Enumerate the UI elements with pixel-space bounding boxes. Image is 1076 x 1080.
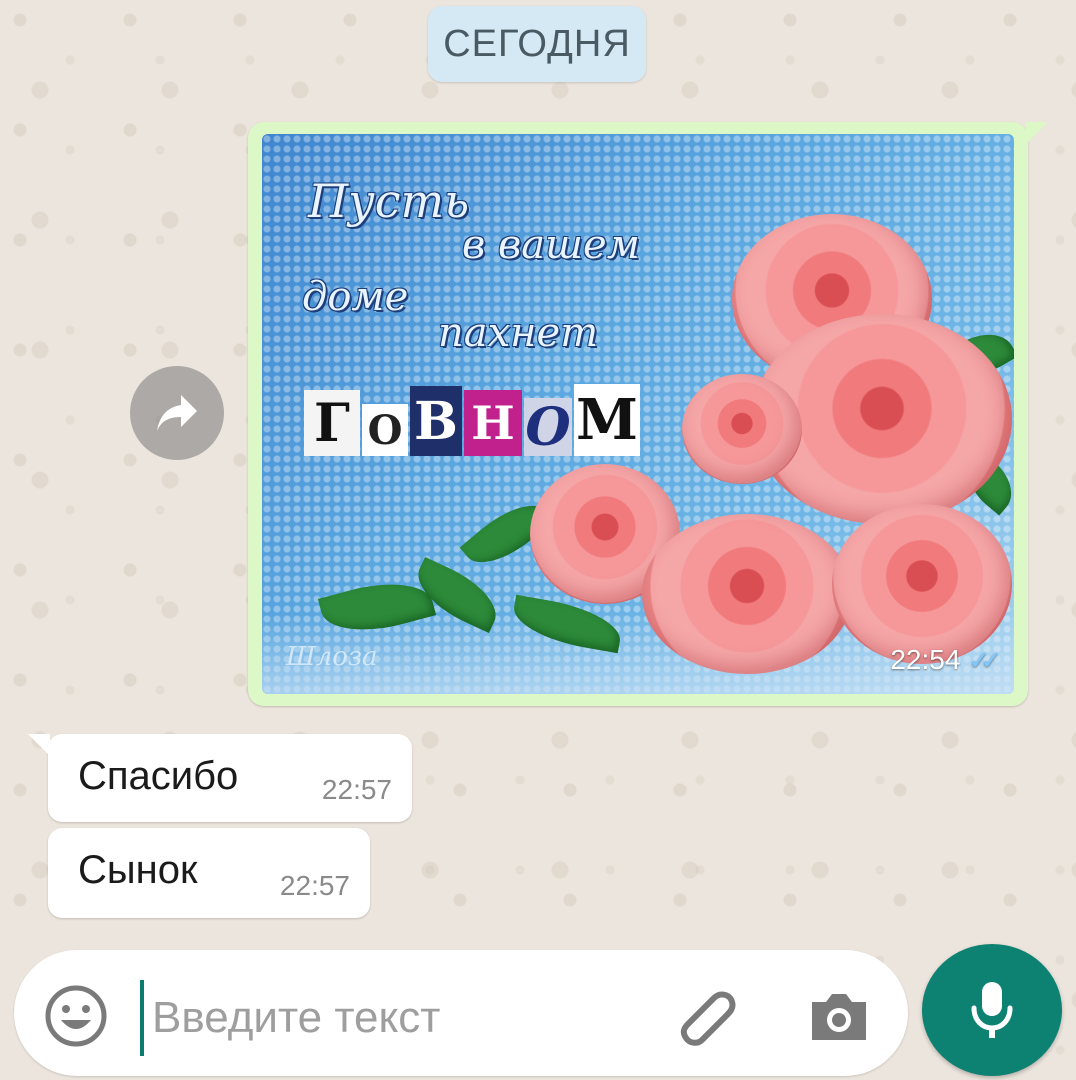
- card-caption-line: пахнет: [438, 310, 599, 356]
- rose: [642, 514, 852, 674]
- message-text: Спасибо: [78, 754, 239, 798]
- image-watermark: Шлоза: [286, 642, 378, 672]
- incoming-message[interactable]: Сынок 22:57: [48, 828, 370, 918]
- microphone-button[interactable]: [922, 944, 1062, 1076]
- message-input[interactable]: [140, 980, 640, 1056]
- card-caption-line: доме: [302, 274, 409, 320]
- camera-icon[interactable]: [806, 984, 872, 1050]
- message-time: 22:57: [279, 870, 350, 901]
- ransom-letter: В: [410, 386, 462, 456]
- date-chip: СЕГОДНЯ: [428, 6, 646, 82]
- paperclip-icon[interactable]: [672, 980, 744, 1052]
- rose: [832, 504, 1012, 664]
- incoming-message[interactable]: Спасибо 22:57: [28, 734, 412, 822]
- double-check-icon: ✓✓: [968, 644, 1001, 675]
- rose: [682, 374, 802, 484]
- ransom-letter: О: [362, 404, 408, 456]
- outgoing-image-message[interactable]: Пусть в вашем доме пахнет Г О В Н О М Шл…: [248, 122, 1048, 706]
- forward-arrow-icon: [157, 395, 197, 431]
- message-meta: 22:54 ✓✓: [890, 644, 1001, 676]
- ransom-letter: М: [574, 384, 640, 456]
- message-time: 22:54: [890, 644, 961, 675]
- forward-button[interactable]: [130, 366, 224, 460]
- ransom-letter: Н: [464, 390, 522, 456]
- message-time: 22:57: [321, 774, 392, 805]
- greeting-card-image[interactable]: Пусть в вашем доме пахнет Г О В Н О М Шл…: [262, 134, 1014, 694]
- card-caption-line: в вашем: [462, 222, 640, 268]
- ransom-letter: Г: [304, 390, 360, 456]
- message-text: Сынок: [78, 848, 198, 892]
- ransom-letter: О: [524, 396, 572, 458]
- card-caption-line: Пусть: [308, 174, 470, 228]
- ransom-note-word: Г О В Н О М: [304, 384, 640, 458]
- microphone-icon: [971, 982, 1013, 1038]
- emoji-icon[interactable]: [44, 984, 108, 1048]
